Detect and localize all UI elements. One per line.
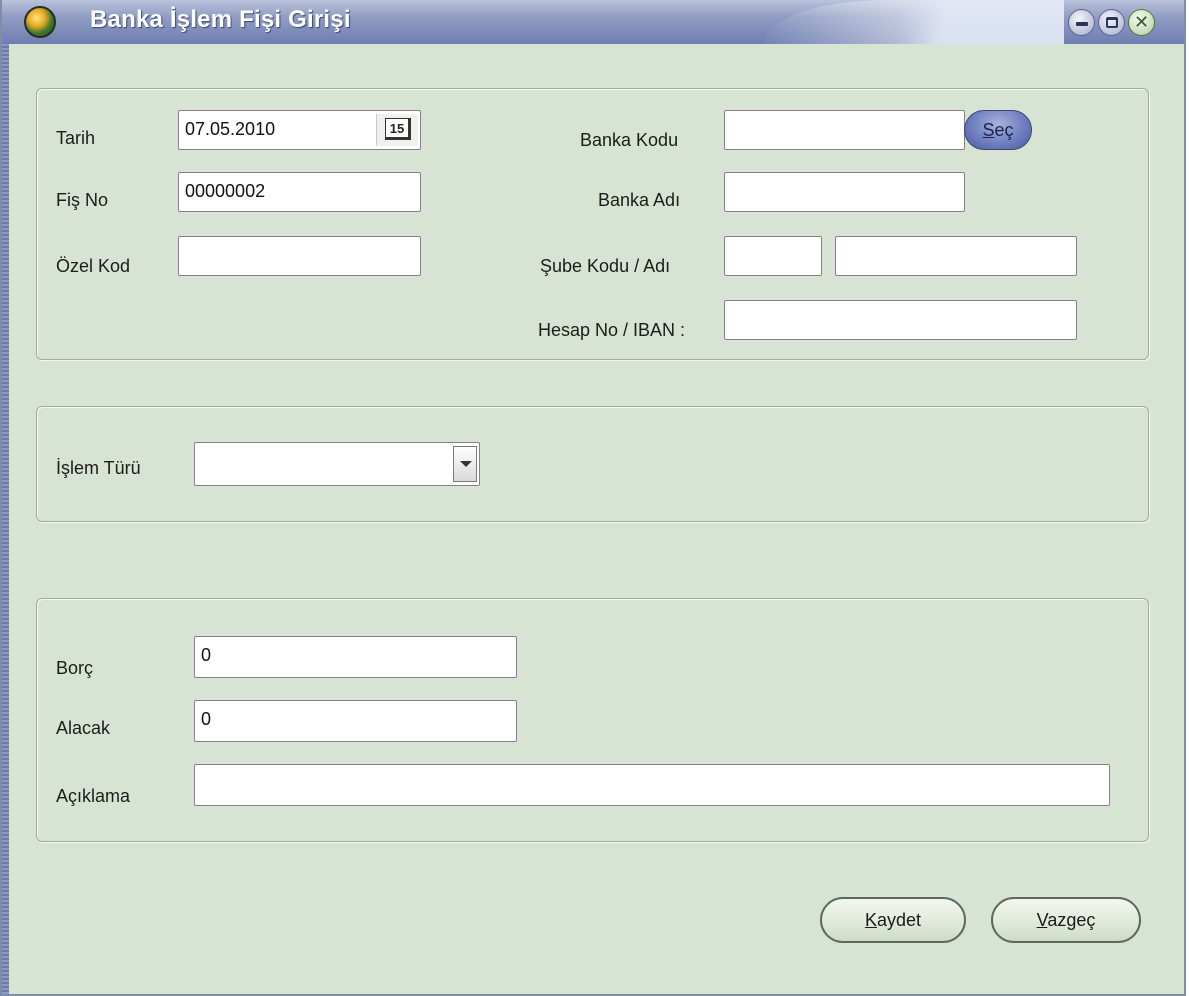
close-icon: ✕ — [1133, 12, 1150, 32]
hesap-label: Hesap No / IBAN : — [538, 320, 686, 340]
calendar-icon: 15 — [385, 118, 411, 140]
tarih-value: 07.05.2010 — [185, 119, 276, 139]
alacak-field[interactable]: 0 — [194, 700, 517, 742]
banka-kodu-label: Banka Kodu — [580, 130, 679, 150]
ozel-kod-field[interactable] — [178, 236, 421, 276]
sec-button-mnemonic: S — [982, 120, 995, 140]
window-title: Banka İşlem Fişi Girişi — [90, 6, 351, 33]
minimize-icon — [1076, 22, 1088, 26]
alacak-label: Alacak — [56, 718, 111, 738]
fis-no-field[interactable]: 00000002 — [178, 172, 421, 212]
fis-no-label: Fiş No — [56, 190, 109, 210]
window: Banka İşlem Fişi Girişi ✕ Tarih 07.05.20… — [0, 0, 1186, 996]
sube-kodu-field[interactable] — [724, 236, 822, 276]
sec-button[interactable]: Seç — [964, 110, 1032, 150]
vazgec-button[interactable]: Vazgeç — [991, 897, 1141, 943]
globe-app-icon[interactable] — [24, 6, 56, 38]
sec-button-label: eç — [994, 120, 1014, 140]
aciklama-field[interactable] — [194, 764, 1110, 806]
minimize-button[interactable] — [1068, 9, 1095, 36]
tarih-label: Tarih — [56, 128, 96, 148]
hesap-field[interactable] — [724, 300, 1077, 340]
title-bar[interactable]: Banka İşlem Fişi Girişi ✕ — [2, 0, 1184, 44]
alacak-value: 0 — [201, 709, 212, 729]
aciklama-label: Açıklama — [56, 786, 131, 806]
banka-kodu-field[interactable] — [724, 110, 965, 150]
kaydet-label: aydet — [876, 910, 922, 930]
borc-value: 0 — [201, 645, 212, 665]
banka-adi-field[interactable] — [724, 172, 965, 212]
close-button[interactable]: ✕ — [1128, 9, 1155, 36]
ozel-kod-label: Özel Kod — [56, 256, 131, 276]
borc-label: Borç — [56, 658, 94, 678]
islem-turu-select[interactable] — [194, 442, 480, 486]
banka-adi-label: Banka Adı — [598, 190, 681, 210]
calendar-button[interactable]: 15 — [376, 114, 418, 146]
vazgec-label: azgeç — [1047, 910, 1096, 930]
maximize-icon — [1106, 17, 1118, 28]
maximize-button[interactable] — [1098, 9, 1125, 36]
borc-field[interactable]: 0 — [194, 636, 517, 678]
kaydet-button[interactable]: Kaydet — [820, 897, 966, 943]
vazgec-mnemonic: V — [1036, 910, 1048, 930]
fis-no-value: 00000002 — [185, 181, 266, 201]
sube-adi-field[interactable] — [835, 236, 1077, 276]
sube-label: Şube Kodu / Adı — [540, 256, 671, 276]
chevron-down-icon[interactable] — [453, 446, 477, 482]
kaydet-mnemonic: K — [864, 910, 877, 930]
islem-turu-label: İşlem Türü — [56, 458, 141, 478]
